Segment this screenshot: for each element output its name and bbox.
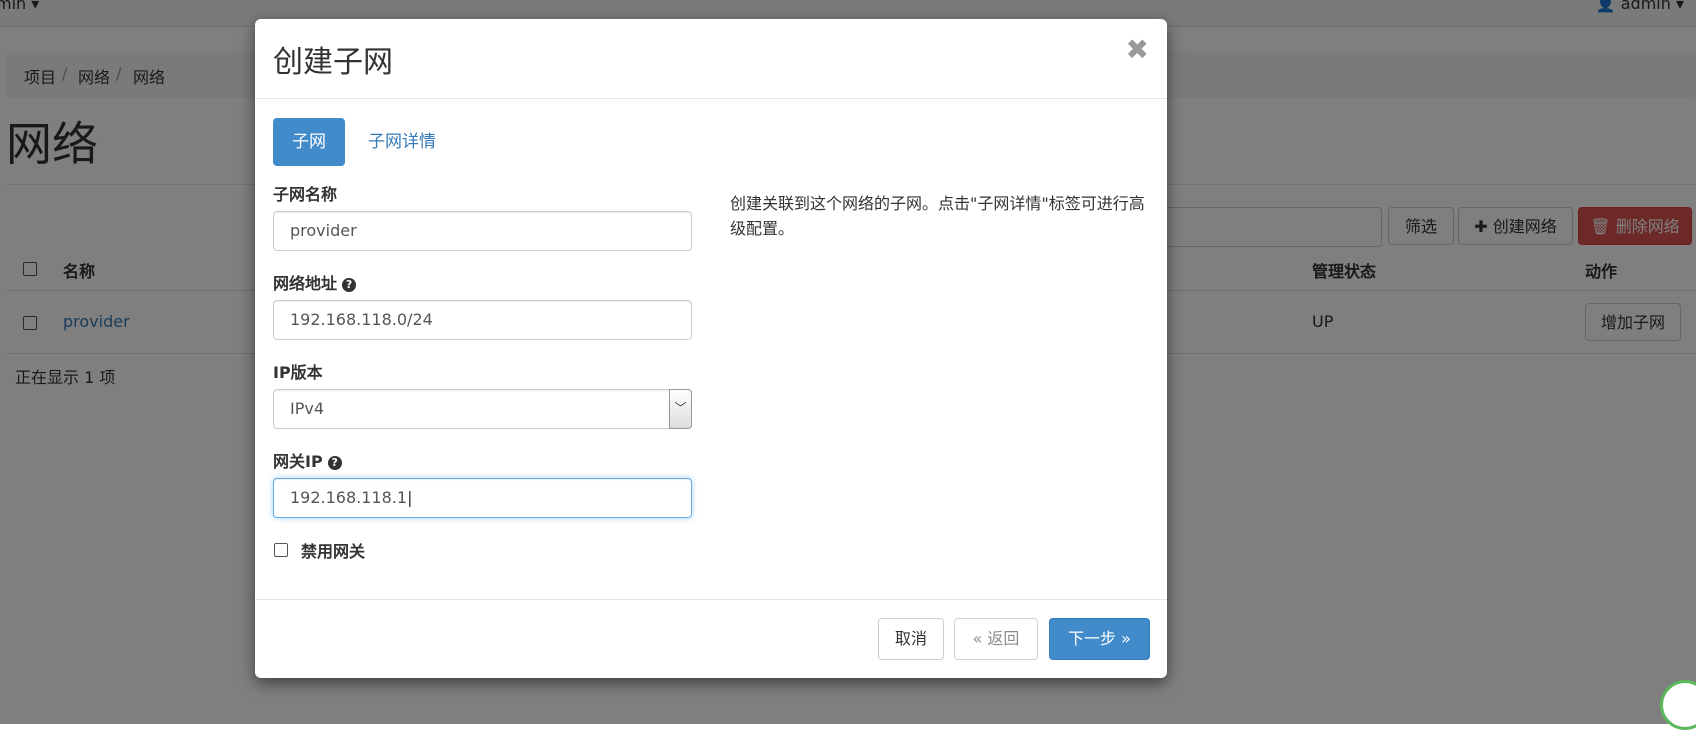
text-cursor: | [407,488,413,507]
gateway-ip-label: 网关IP? [273,448,342,472]
tab-subnet-details[interactable]: 子网详情 [349,118,455,166]
disable-gateway-label[interactable]: 禁用网关 [301,538,365,562]
ip-version-selected-value: IPv4 [290,399,325,418]
network-address-label-text: 网络地址 [273,274,338,293]
back-button[interactable]: « 返回 [954,618,1038,660]
help-text: 创建关联到这个网络的子网。点击"子网详情"标签可进行高级配置。 [730,194,1145,238]
subnet-name-label: 子网名称 [273,185,338,204]
modal-header: 创建子网 ✖ [255,19,1167,99]
next-button[interactable]: 下一步 » [1049,618,1150,660]
divider [255,599,1167,600]
ip-version-select[interactable]: IPv4 ﹀ [273,389,692,429]
ip-version-label: IP版本 [273,363,323,382]
create-subnet-modal: 创建子网 ✖ 子网 子网详情 子网名称 provider 网络地址? 192.1… [255,19,1167,678]
chevron-down-icon[interactable]: ﹀ [669,389,692,429]
tab-subnet[interactable]: 子网 [273,118,345,166]
gateway-ip-input[interactable]: 192.168.118.1| [273,478,692,518]
gateway-ip-label-text: 网关IP [273,452,323,471]
cancel-button[interactable]: 取消 [878,618,944,660]
question-circle-icon[interactable]: ? [327,456,342,470]
disable-gateway-checkbox[interactable] [274,543,288,557]
network-address-label: 网络地址? [273,270,357,294]
modal-title: 创建子网 [273,45,393,80]
subnet-name-input[interactable]: provider [273,211,692,251]
question-circle-icon[interactable]: ? [342,278,357,292]
gateway-ip-value: 192.168.118.1 [290,488,408,507]
close-icon[interactable]: ✖ [1126,33,1149,66]
network-address-input[interactable]: 192.168.118.0/24 [273,300,692,340]
